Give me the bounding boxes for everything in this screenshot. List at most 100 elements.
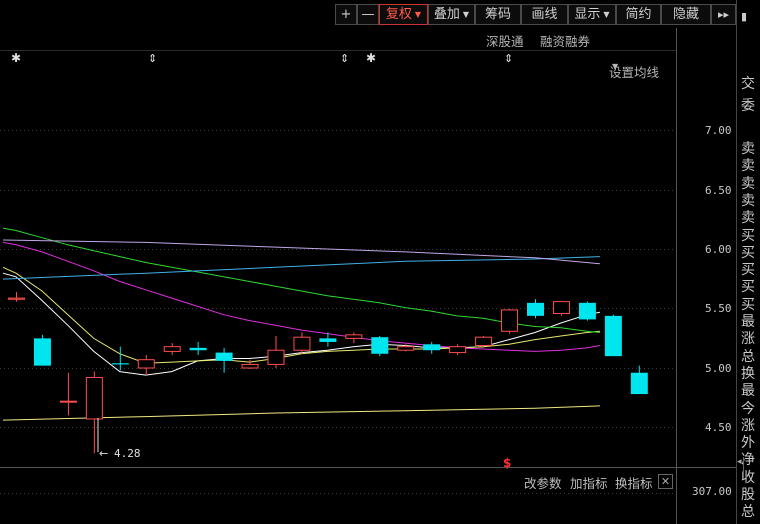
ma-line-ma250 [2, 239, 600, 265]
y-tick: 4.50 [705, 421, 732, 434]
candlesticks [8, 292, 648, 454]
candle [267, 336, 285, 368]
candle [215, 347, 233, 373]
y-axis: 7.00 6.50 6.00 5.50 5.00 4.50 [705, 124, 732, 434]
candle [293, 332, 311, 354]
toolbar: + — 复权 ▼ 叠加 ▼ 筹码 画线 显示 ▼ 简约 隐藏 ▸▸ [0, 0, 736, 30]
quote-label: 卖 [741, 175, 755, 192]
shengutong-link[interactable]: 深股通 [486, 31, 524, 50]
candle-body-up [85, 376, 103, 420]
star-marker[interactable]: ✱ [366, 51, 376, 65]
candle-body-down [578, 302, 596, 320]
updown-marker[interactable]: ⇕ [148, 52, 157, 65]
candle [527, 299, 544, 319]
candle-body-down [33, 338, 51, 366]
candle-body-down [111, 363, 129, 365]
close-icon[interactable]: ✕ [658, 474, 673, 489]
ma-line-ma120 [2, 256, 600, 280]
add-indicator-button[interactable]: 加指标 [570, 473, 608, 492]
quote-label: 今 [741, 400, 755, 417]
quote-label: 买 [741, 262, 755, 279]
candle-body-up [345, 334, 363, 339]
candle [371, 336, 389, 357]
quote-label: 最 [741, 314, 755, 330]
candle [163, 343, 181, 355]
quote-label: 最 [741, 383, 755, 400]
candle [137, 354, 155, 376]
candle-body-up [293, 336, 311, 351]
quote-label: 换 [741, 365, 755, 382]
quote-label: 买 [741, 244, 755, 261]
quote-label: 交 [741, 76, 755, 92]
candle [630, 365, 648, 395]
candle [8, 292, 25, 302]
y-tick: 6.00 [705, 243, 732, 256]
candle-body-down [189, 347, 207, 351]
y-tick: 5.50 [705, 302, 732, 315]
updown-marker[interactable]: ⇕ [340, 52, 349, 65]
swap-indicator-button[interactable]: 换指标 [615, 473, 653, 492]
fuquan-dropdown[interactable]: 复权 ▼ [379, 4, 428, 25]
candle-body-down [319, 338, 337, 342]
quote-label: 买 [741, 227, 755, 244]
panel-glyph: ▮ [741, 10, 748, 23]
quote-label: 买 [741, 296, 755, 313]
zoom-in-button[interactable]: + [335, 4, 357, 25]
candle-body-down [604, 315, 622, 357]
candle-body-up [449, 346, 467, 354]
candle [189, 341, 207, 355]
star-marker[interactable]: ✱ [11, 51, 21, 65]
quote-label: 总 [741, 348, 755, 365]
quote-label: 外 [741, 435, 755, 452]
candle-body-up [552, 301, 570, 314]
quote-label: 卖 [741, 210, 755, 227]
chevron-down-icon: ▼ [462, 10, 470, 19]
candle [85, 371, 103, 454]
more-button[interactable]: ▸▸ [711, 4, 736, 25]
chouma-button[interactable]: 筹码 [475, 4, 521, 25]
low-price-value: 4.28 [114, 447, 141, 460]
candle-body-up [475, 336, 493, 346]
quote-label: 卖 [741, 141, 755, 157]
candle-body-up [163, 346, 181, 352]
chevron-down-icon: ▼ [414, 10, 422, 19]
candle [501, 308, 519, 334]
updown-marker[interactable]: ⇕ [504, 52, 513, 65]
y-tick: 5.00 [705, 362, 732, 375]
zoom-out-button[interactable]: — [357, 4, 379, 25]
candle [552, 301, 570, 316]
quote-label: 卖 [741, 192, 755, 209]
xianshi-label: 显示 [574, 7, 601, 22]
candle-body-up [267, 349, 285, 365]
collapse-panel-arrow[interactable]: ◂ [737, 457, 744, 479]
candle [578, 301, 596, 321]
volume-axis-label: 307.00 [692, 485, 732, 498]
quote-label: 卖 [741, 158, 755, 175]
jianyue-button[interactable]: 简约 [616, 4, 661, 25]
quote-panel-edge: ▮ 交委卖卖卖卖卖买买买买买最涨总换最今涨外净收股总 [736, 0, 760, 524]
candle-body-down [215, 352, 233, 361]
fuquan-label: 复权 [385, 7, 412, 22]
change-params-button[interactable]: 改参数 [524, 473, 562, 492]
candle-body-down [630, 372, 648, 395]
candle-body-up [397, 346, 415, 351]
candle-body-up [241, 363, 259, 369]
candle-body-up [501, 309, 519, 332]
low-price-arrow: ← [99, 447, 108, 460]
yincang-button[interactable]: 隐藏 [661, 4, 711, 25]
candle-body-down [527, 302, 544, 316]
diejia-dropdown[interactable]: 叠加 ▼ [428, 4, 475, 25]
quote-label: 涨 [741, 417, 755, 434]
chevron-down-icon: ▼ [603, 10, 610, 19]
candle [449, 344, 467, 355]
candle-body-down [423, 344, 441, 351]
candle-body-up [137, 359, 155, 369]
dividend-marker[interactable]: $ [503, 456, 511, 470]
diejia-label: 叠加 [433, 7, 460, 22]
xianshi-dropdown[interactable]: 显示 ▼ [568, 4, 616, 25]
rongzi-link[interactable]: 融资融券 [540, 31, 590, 50]
candle [59, 372, 77, 416]
candle-body-down [371, 337, 389, 354]
chevron-down-icon: ▼ [612, 62, 619, 71]
huaxian-button[interactable]: 画线 [521, 4, 568, 25]
